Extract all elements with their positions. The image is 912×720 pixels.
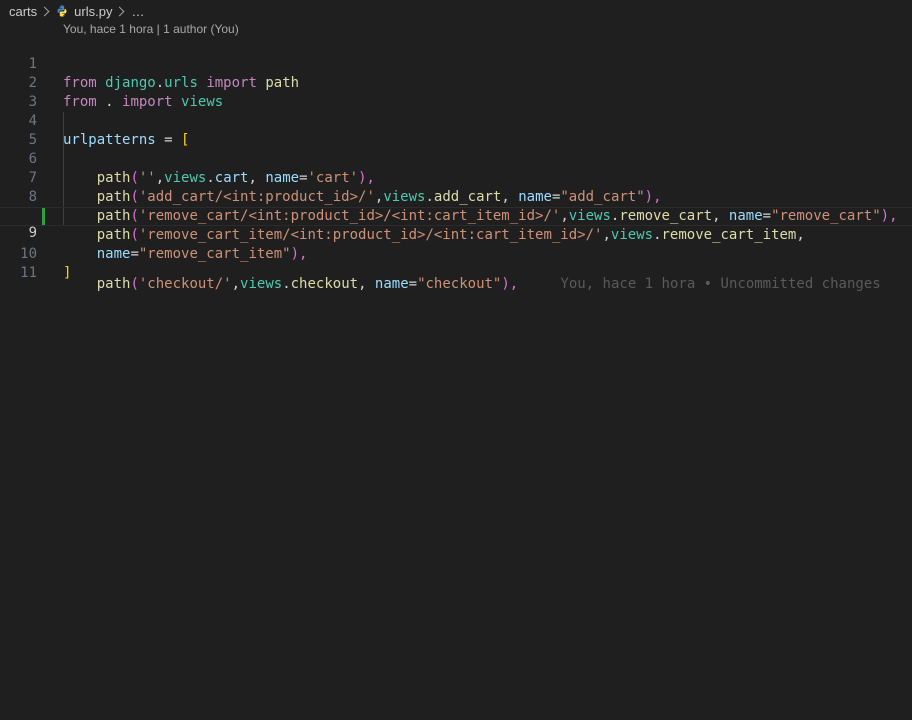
code-line[interactable]: 3 [0,74,912,110]
indent-guide [63,112,64,131]
code-line[interactable]: 5 path('',views.cart, name='cart'), [0,112,912,186]
chevron-right-icon [115,6,125,16]
code-line[interactable]: 8 path('remove_cart_item/<int:product_id… [0,169,912,243]
code-line[interactable]: 6 path('add_cart/<int:product_id>/',view… [0,131,912,205]
indent-guide [63,150,64,169]
code-editor[interactable]: 1 from django.urls import path 2 from . … [0,36,912,292]
indent-guide [63,208,64,225]
code-line[interactable]: 10 ] [0,226,912,281]
codelens-blame-header[interactable]: You, hace 1 hora | 1 author (You) [63,21,239,37]
code-line[interactable]: 2 from . import views [0,55,912,110]
code-line-current[interactable]: 9 path('checkout/',views.checkout, name=… [0,207,912,292]
chevron-right-icon [39,6,50,16]
code-text: path('checkout/',views.checkout, name="c… [96,276,881,292]
code-line[interactable]: 4 urlpatterns = [ [0,93,912,148]
breadcrumb: carts urls.py … [0,0,912,22]
breadcrumb-file[interactable]: urls.py [74,4,112,19]
indent-guide [63,188,64,207]
git-added-indicator[interactable] [42,208,45,225]
code-line[interactable]: 1 from django.urls import path [0,36,912,91]
python-icon [57,5,67,17]
code-line[interactable]: 11 [0,245,912,281]
code-line[interactable]: 7 path('remove_cart/<int:product_id>/<in… [0,150,912,224]
breadcrumb-folder[interactable]: carts [9,4,37,19]
code-text: ] [63,265,72,281]
indent-guide [63,131,64,150]
breadcrumb-symbols[interactable]: … [131,4,144,19]
indent-guide [63,169,64,188]
line-number: 11 [20,265,37,281]
inline-blame-annotation: You, hace 1 hora • Uncommitted changes [560,276,881,292]
code-line-wrapped[interactable]: name="remove_cart_item"), [0,188,912,262]
